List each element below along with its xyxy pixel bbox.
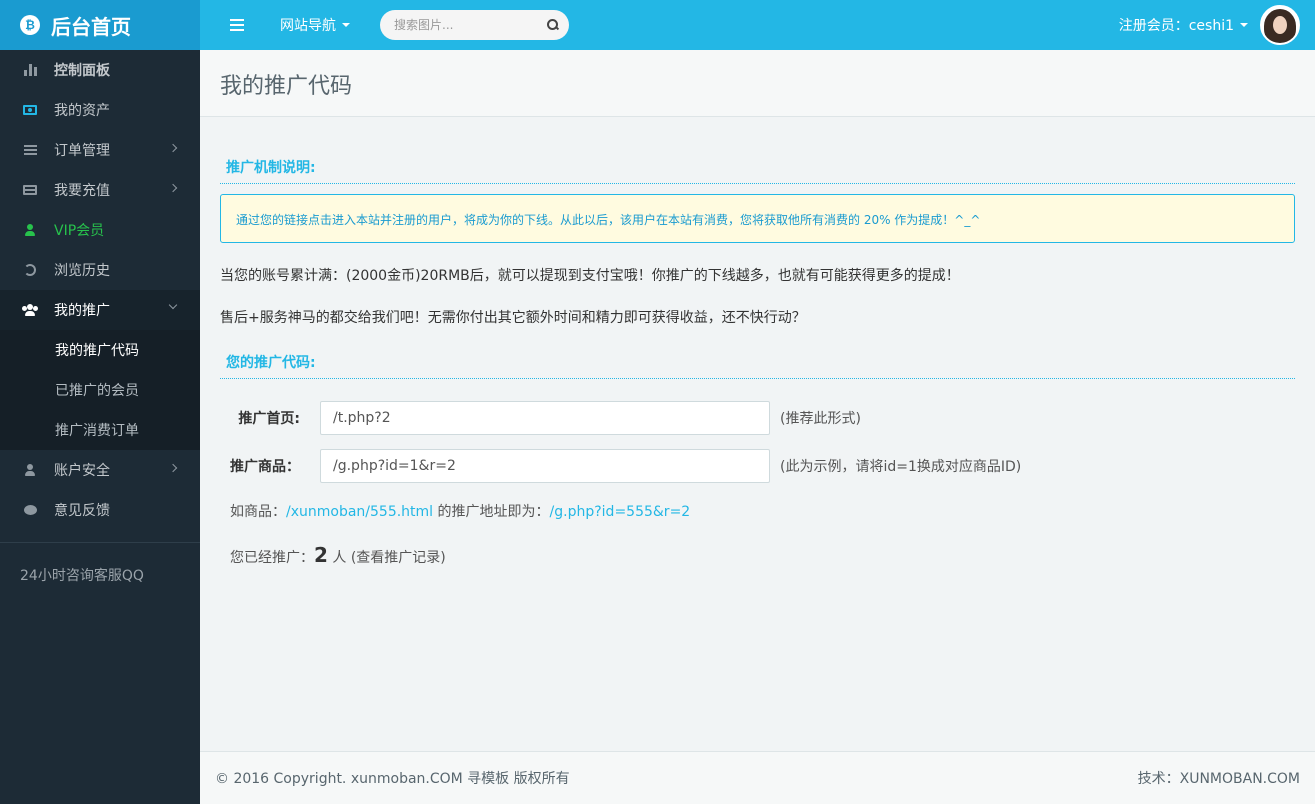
- page-title: 我的推广代码: [220, 74, 353, 99]
- example-prefix: 如商品：: [230, 504, 286, 520]
- user-label: 注册会员：ceshi1: [1118, 18, 1234, 34]
- count-prefix: 您已经推广：: [230, 550, 314, 566]
- home-link-label: 推广首页:: [238, 411, 300, 427]
- section-title-code: 您的推广代码:: [220, 352, 1295, 379]
- sidebar-item-label: 我要充值: [54, 183, 110, 199]
- chevron-right-icon: [168, 463, 178, 473]
- sidebar-item-label: 我的资产: [54, 103, 110, 119]
- users-icon: [22, 303, 38, 317]
- sidebar-item-label: 浏览历史: [54, 263, 110, 279]
- qq-support-text[interactable]: 24小时咨询客服QQ: [0, 543, 200, 585]
- brand-title: 后台首页: [51, 14, 131, 39]
- copyright-text: © 2016 Copyright. xunmoban.COM 寻模板 版权所有: [215, 771, 570, 787]
- example-line: 如商品：/xunmoban/555.html 的推广地址即为：/g.php?id…: [220, 501, 1295, 521]
- user-icon: [22, 223, 38, 237]
- form-row-product: 推广商品： (此为示例，请将id=1换成对应商品ID): [220, 449, 1295, 483]
- info-paragraph: 售后+服务神马的都交给我们吧！无需你付出其它额外时间和精力即可获得收益，还不快行…: [220, 310, 806, 326]
- submenu-item-promoted-members[interactable]: 已推广的会员: [0, 370, 200, 410]
- sidebar-item-label: 订单管理: [54, 143, 110, 159]
- search-icon[interactable]: [547, 19, 559, 31]
- page-header: 我的推广代码: [200, 50, 1315, 117]
- submenu-item-promo-code[interactable]: 我的推广代码: [0, 330, 200, 370]
- sidebar-item-label: 账户安全: [54, 463, 110, 479]
- caret-down-icon: [1240, 23, 1248, 27]
- sidebar-item-label: VIP会员: [54, 223, 105, 239]
- promotion-count-line: 您已经推广：2 人 (查看推广记录): [220, 543, 1295, 567]
- tech-credit: 技术：XUNMOBAN.COM: [1137, 771, 1300, 787]
- chevron-right-icon: [168, 143, 178, 153]
- sidebar-item-assets[interactable]: 我的资产: [0, 90, 200, 130]
- money-icon: [22, 103, 38, 117]
- footer: © 2016 Copyright. xunmoban.COM 寻模板 版权所有 …: [200, 751, 1315, 804]
- submenu-item-promo-orders[interactable]: 推广消费订单: [0, 410, 200, 450]
- brand[interactable]: ₿ 后台首页: [0, 0, 200, 50]
- menu-icon[interactable]: [230, 19, 250, 31]
- history-icon: [22, 263, 38, 277]
- top-navbar: ₿ 后台首页 网站导航 注册会员：ceshi1: [0, 0, 1315, 50]
- search-input[interactable]: [394, 18, 547, 32]
- bitcoin-icon: ₿: [20, 15, 40, 35]
- form-row-home: 推广首页: (推荐此形式): [220, 401, 1295, 435]
- chevron-down-icon: [168, 300, 178, 310]
- site-nav-dropdown[interactable]: 网站导航: [280, 15, 350, 35]
- info-paragraph: 当您的账号累计满：(2000金币)20RMB后，就可以提现到支付宝哦！你推广的下…: [220, 268, 960, 284]
- sidebar: 控制面板 我的资产 订单管理 我要充值 VIP会员 浏览历史 我的推广 我的推广…: [0, 50, 200, 804]
- sidebar-item-history[interactable]: 浏览历史: [0, 250, 200, 290]
- sidebar-item-orders[interactable]: 订单管理: [0, 130, 200, 170]
- sidebar-item-vip[interactable]: VIP会员: [0, 210, 200, 250]
- promotion-submenu: 我的推广代码 已推广的会员 推广消费订单: [0, 330, 200, 450]
- promotion-count: 2: [314, 543, 328, 567]
- main-content: 我的推广代码 推广机制说明: 通过您的链接点击进入本站并注册的用户，将成为你的下…: [200, 50, 1315, 804]
- sidebar-item-feedback[interactable]: 意见反馈: [0, 490, 200, 530]
- site-nav-label: 网站导航: [280, 18, 336, 34]
- list-icon: [22, 143, 38, 157]
- sidebar-item-security[interactable]: 账户安全: [0, 450, 200, 490]
- user-icon: [22, 463, 38, 477]
- content-body: 推广机制说明: 通过您的链接点击进入本站并注册的用户，将成为你的下线。从此以后，…: [200, 117, 1315, 567]
- chevron-right-icon: [168, 183, 178, 193]
- notice-box: 通过您的链接点击进入本站并注册的用户，将成为你的下线。从此以后，该用户在本站有消…: [220, 194, 1295, 243]
- product-link-field[interactable]: [320, 449, 770, 483]
- sidebar-item-label: 控制面板: [54, 63, 110, 79]
- caret-down-icon: [342, 23, 350, 27]
- section-title-mechanism: 推广机制说明:: [220, 157, 1295, 184]
- example-product-link[interactable]: /xunmoban/555.html: [286, 504, 433, 520]
- user-menu[interactable]: 注册会员：ceshi1: [1119, 0, 1300, 50]
- sidebar-item-promotion[interactable]: 我的推广: [0, 290, 200, 330]
- sidebar-item-dashboard[interactable]: 控制面板: [0, 50, 200, 90]
- search-box: [380, 10, 569, 40]
- sidebar-item-label: 意见反馈: [54, 503, 110, 519]
- avatar[interactable]: [1260, 5, 1300, 45]
- product-link-label: 推广商品：: [230, 459, 300, 475]
- home-link-hint: (推荐此形式): [780, 411, 861, 427]
- product-link-hint: (此为示例，请将id=1换成对应商品ID): [780, 459, 1022, 475]
- view-records-link[interactable]: 人 (查看推广记录): [328, 550, 445, 566]
- sidebar-item-recharge[interactable]: 我要充值: [0, 170, 200, 210]
- chat-icon: [22, 503, 38, 517]
- home-link-field[interactable]: [320, 401, 770, 435]
- example-promo-link[interactable]: /g.php?id=555&r=2: [550, 504, 691, 520]
- example-mid: 的推广地址即为：: [433, 504, 550, 520]
- sidebar-item-label: 我的推广: [54, 303, 110, 319]
- credit-card-icon: [22, 183, 38, 197]
- bar-chart-icon: [22, 63, 38, 77]
